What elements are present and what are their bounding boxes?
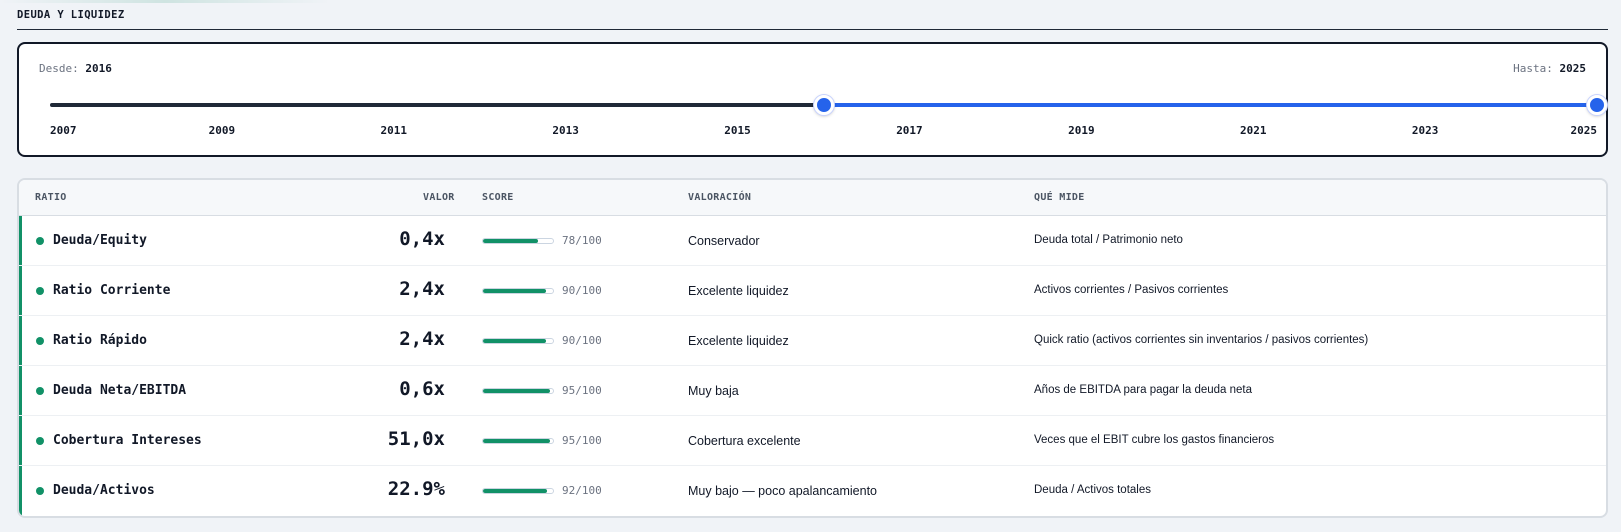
status-dot-icon: [36, 387, 44, 395]
to-value: 2025: [1559, 62, 1587, 75]
range-start-handle[interactable]: [813, 95, 834, 115]
que-mide-text: Veces que el EBIT cubre los gastos finan…: [1034, 434, 1275, 446]
ratio-value: 51,0x: [387, 428, 445, 450]
ratio-value: 2,4x: [399, 328, 445, 350]
status-dot-icon: [36, 487, 44, 495]
score-text: 78/100: [562, 234, 602, 247]
year-tick: 2021: [1239, 124, 1267, 137]
score-bar: [482, 238, 554, 244]
top-accent: [0, 0, 330, 3]
year-tick: 2025: [1570, 124, 1598, 137]
score-bar-fill: [483, 439, 550, 443]
que-mide-text: Años de EBITDA para pagar la deuda neta: [1034, 384, 1253, 396]
year-tick: 2017: [896, 124, 923, 137]
year-range-card: Desde: 2016 Hasta: 2025 2007 2009 2011 2013…: [17, 42, 1608, 157]
ratio-name: Deuda Neta/EBITDA: [53, 383, 187, 398]
valoracion-text: Cobertura excelente: [688, 434, 801, 448]
year-tick: 2023: [1411, 124, 1439, 137]
status-dot-icon: [36, 437, 44, 445]
ratio-value: 2,4x: [399, 278, 445, 300]
score-bar-fill: [483, 239, 538, 243]
valoracion-text: Muy baja: [688, 384, 739, 398]
range-end-handle[interactable]: [1587, 95, 1607, 115]
table-header: RATIO VALOR SCORE VALORACIÓN QUÉ MIDE: [19, 180, 1606, 216]
score-bar-fill: [483, 389, 550, 393]
table-row[interactable]: Ratio Corriente 2,4x 90/100 Excelente liqui…: [19, 266, 1606, 316]
score-bar: [482, 288, 554, 294]
table-row[interactable]: Deuda/Equity 0,4x 78/100 Conservador Deuda t…: [19, 216, 1606, 266]
row-accent: [19, 466, 22, 516]
year-tick: 2011: [380, 124, 408, 137]
status-dot-icon: [36, 237, 44, 245]
ratio-value: 0,4x: [399, 228, 445, 250]
from-label-text: Desde:: [39, 62, 79, 75]
score-text: 95/100: [562, 384, 602, 397]
valoracion-text: Excelente liquidez: [688, 334, 789, 348]
header-valoracion[interactable]: VALORACIÓN: [688, 192, 751, 203]
ratio-name: Ratio Corriente: [53, 283, 171, 298]
range-from-label: Desde: 2016: [39, 62, 112, 75]
to-label-text: Hasta:: [1513, 62, 1553, 75]
score-text: 95/100: [562, 434, 602, 447]
score-bar: [482, 438, 554, 444]
section-divider: [17, 29, 1608, 30]
valoracion-text: Conservador: [688, 234, 760, 248]
year-tick: 2007: [50, 124, 77, 137]
row-accent: [19, 366, 22, 415]
range-selected-track: [823, 103, 1597, 107]
score-bar-fill: [483, 489, 548, 493]
header-ratio[interactable]: RATIO: [35, 192, 67, 203]
score-bar: [482, 388, 554, 394]
range-to-label: Hasta: 2025: [1513, 62, 1586, 75]
row-accent: [19, 316, 22, 365]
row-accent: [19, 416, 22, 465]
year-ticks: 2007 2009 2011 2013 2015 2017 2019 2021 2023 2025: [50, 124, 1597, 140]
score-text: 90/100: [562, 284, 602, 297]
year-tick: 2009: [208, 124, 236, 137]
status-dot-icon: [36, 337, 44, 345]
ratio-value: 0,6x: [399, 378, 445, 400]
ratio-name: Deuda/Activos: [53, 483, 155, 498]
row-accent: [19, 266, 22, 315]
que-mide-text: Quick ratio (activos corrientes sin inve…: [1034, 334, 1369, 346]
score-text: 92/100: [562, 484, 602, 497]
score-bar-fill: [483, 339, 546, 343]
score-bar-fill: [483, 289, 546, 293]
section-title: DEUDA Y LIQUIDEZ: [17, 9, 125, 21]
year-tick: 2013: [552, 124, 579, 137]
row-accent: [19, 216, 22, 265]
ratio-name: Deuda/Equity: [53, 233, 147, 248]
from-value: 2016: [85, 62, 112, 75]
table-row[interactable]: Deuda Neta/EBITDA 0,6x 95/100 Muy baja Años …: [19, 366, 1606, 416]
year-tick: 2019: [1068, 124, 1095, 137]
table-row[interactable]: Deuda/Activos 22.9% 92/100 Muy bajo — poco …: [19, 466, 1606, 516]
ratio-name: Cobertura Intereses: [53, 433, 202, 448]
status-dot-icon: [36, 287, 44, 295]
valoracion-text: Excelente liquidez: [688, 284, 789, 298]
que-mide-text: Deuda total / Patrimonio neto: [1034, 234, 1183, 246]
score-text: 90/100: [562, 334, 602, 347]
ratios-table: RATIO VALOR SCORE VALORACIÓN QUÉ MIDE De…: [17, 178, 1608, 518]
ratio-value: 22.9%: [387, 478, 445, 500]
table-row[interactable]: Cobertura Intereses 51,0x 95/100 Cobertura …: [19, 416, 1606, 466]
que-mide-text: Activos corrientes / Pasivos corrientes: [1034, 284, 1229, 296]
score-bar: [482, 338, 554, 344]
table-row[interactable]: Ratio Rápido 2,4x 90/100 Excelente liquidez…: [19, 316, 1606, 366]
ratio-name: Ratio Rápido: [53, 333, 147, 348]
score-bar: [482, 488, 554, 494]
header-que-mide[interactable]: QUÉ MIDE: [1034, 192, 1085, 203]
year-tick: 2015: [724, 124, 751, 137]
valoracion-text: Muy bajo — poco apalancamiento: [688, 484, 878, 498]
header-score[interactable]: SCORE: [482, 192, 514, 203]
header-valor[interactable]: VALOR: [423, 192, 455, 203]
que-mide-text: Deuda / Activos totales: [1034, 484, 1151, 496]
